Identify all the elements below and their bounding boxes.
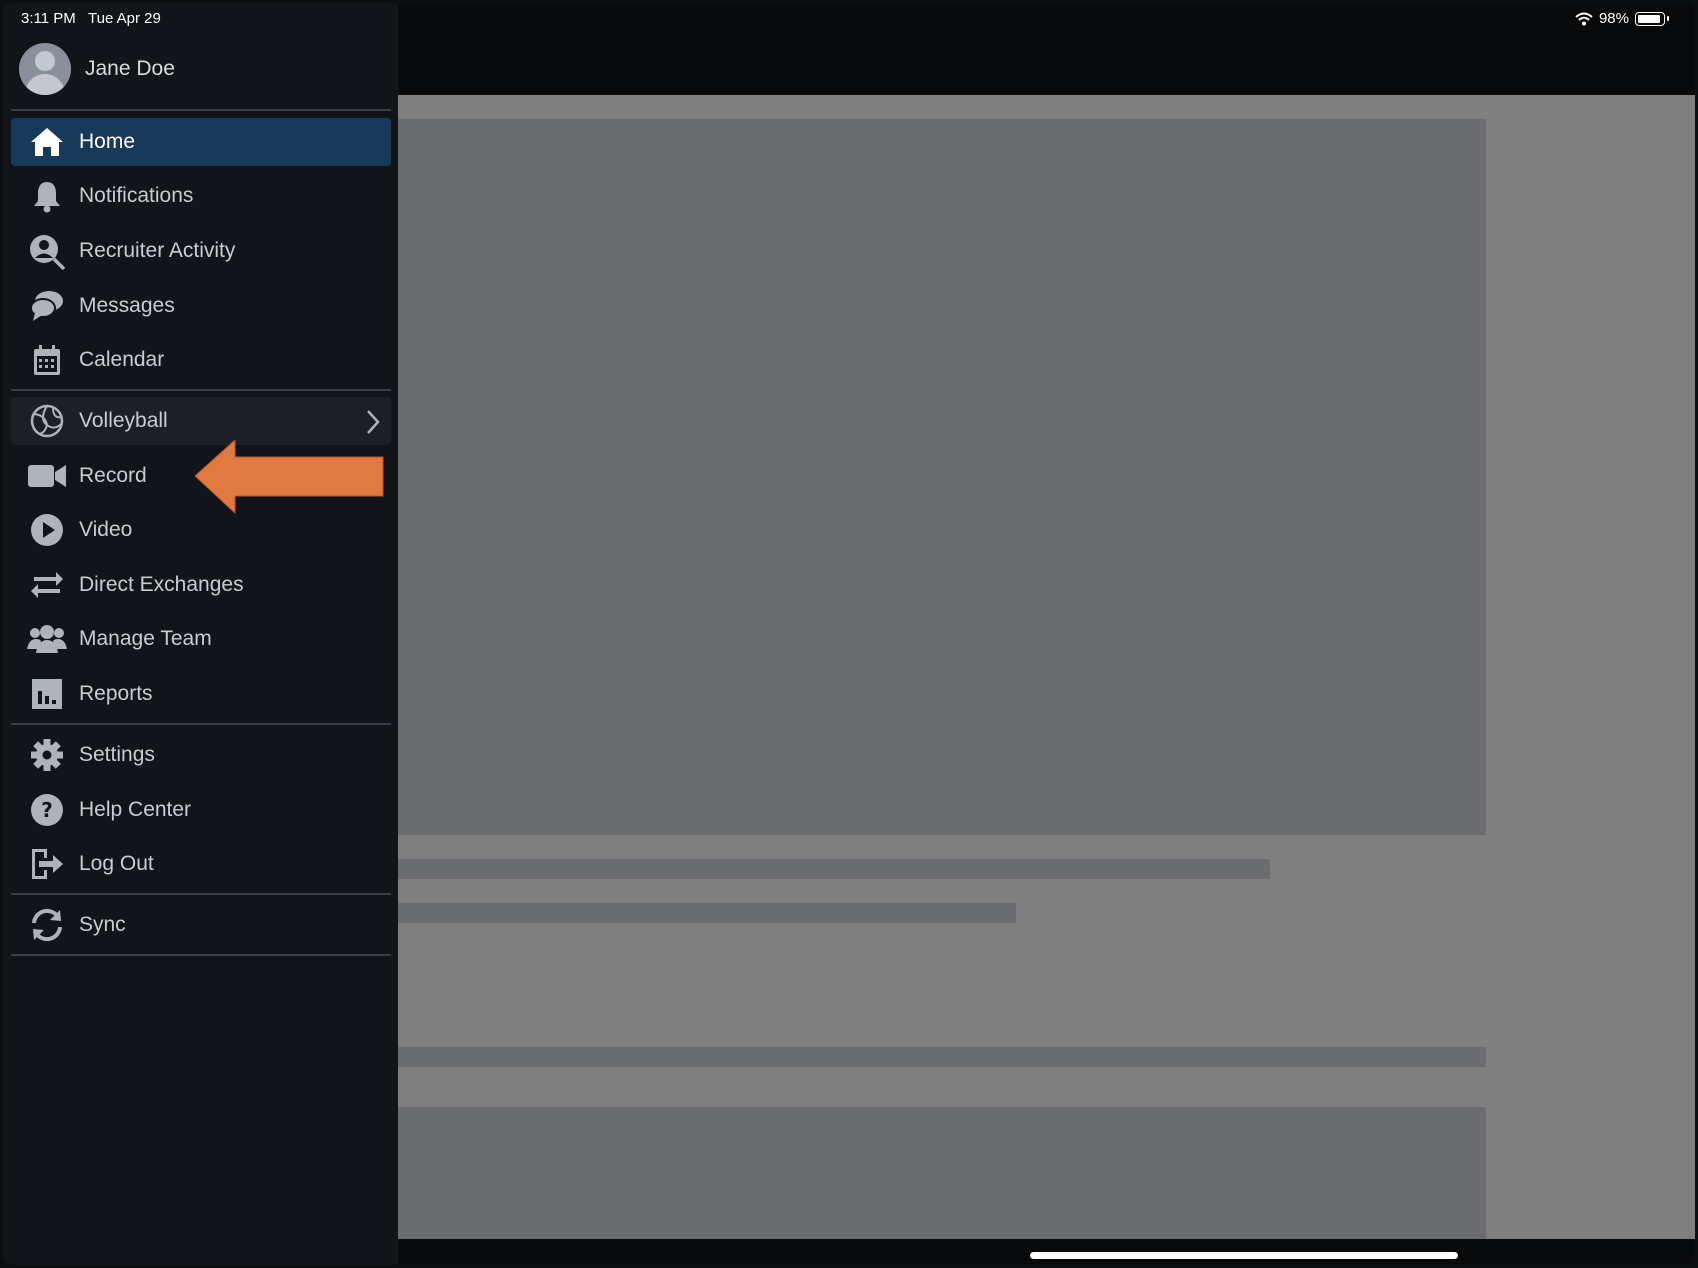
user-profile[interactable]: Jane Doe	[19, 43, 175, 95]
sidebar-item-label: Recruiter Activity	[79, 239, 236, 262]
home-icon	[25, 123, 69, 161]
placeholder-card	[398, 1107, 1486, 1257]
sidebar-item-messages[interactable]: Messages	[11, 282, 391, 330]
battery-percent: 98%	[1598, 10, 1629, 27]
sidebar-item-label: Reports	[79, 682, 153, 705]
sidebar-item-label: Settings	[79, 743, 155, 766]
sidebar-item-home[interactable]: Home	[11, 118, 391, 166]
battery-icon	[1635, 11, 1669, 26]
exchange-arrows-icon	[25, 566, 69, 604]
status-bar: 3:11 PM Tue Apr 29 98%	[3, 3, 1695, 33]
placeholder-image	[398, 119, 1486, 835]
sync-icon	[25, 906, 69, 944]
svg-text:?: ?	[41, 798, 53, 822]
divider	[11, 893, 391, 895]
volleyball-icon	[25, 402, 69, 440]
sidebar-item-calendar[interactable]: Calendar	[11, 336, 391, 384]
sidebar-item-label: Calendar	[79, 348, 165, 371]
gear-icon	[25, 736, 69, 774]
sidebar-item-label: Sync	[79, 913, 126, 936]
chevron-right-icon	[365, 409, 381, 441]
sidebar-item-label: Volleyball	[79, 409, 168, 432]
user-avatar-icon	[19, 43, 71, 95]
placeholder-line	[398, 1047, 1486, 1067]
divider	[11, 954, 391, 956]
recruiter-search-icon	[25, 232, 69, 270]
placeholder-line	[398, 859, 1270, 879]
sidebar-item-log-out[interactable]: Log Out	[11, 840, 391, 888]
sidebar-item-label: Help Center	[79, 798, 192, 821]
sidebar-item-reports[interactable]: Reports	[11, 670, 391, 718]
sidebar-item-settings[interactable]: Settings	[11, 731, 391, 779]
sidebar-item-label: Record	[79, 464, 147, 487]
bottom-bar	[398, 1239, 1695, 1265]
annotation-arrow-icon	[195, 440, 384, 515]
sidebar-item-label: Manage Team	[79, 627, 212, 650]
sidebar-item-direct-exchanges[interactable]: Direct Exchanges	[11, 561, 391, 609]
sidebar-item-label: Home	[79, 130, 136, 153]
sidebar-item-label: Direct Exchanges	[79, 573, 244, 596]
status-date: Tue Apr 29	[88, 10, 161, 27]
bar-chart-icon	[25, 675, 69, 713]
team-icon	[25, 620, 69, 658]
sidebar-item-label: Log Out	[79, 852, 154, 875]
play-circle-icon	[25, 511, 69, 549]
logout-icon	[25, 845, 69, 883]
status-time: 3:11 PM	[21, 10, 76, 27]
sidebar-item-label: Notifications	[79, 184, 194, 207]
sidebar-item-notifications[interactable]: Notifications	[11, 172, 391, 220]
sidebar-item-manage-team[interactable]: Manage Team	[11, 615, 391, 663]
home-indicator[interactable]	[1030, 1252, 1458, 1259]
divider	[11, 723, 391, 725]
question-circle-icon: ?	[25, 791, 69, 829]
calendar-icon	[25, 341, 69, 379]
ipad-screen: 3:11 PM Tue Apr 29 98% Jane Doe Home Not…	[3, 3, 1695, 1265]
sidebar-item-sync[interactable]: Sync	[11, 901, 391, 949]
sidebar-item-label: Video	[79, 518, 133, 541]
video-camera-icon	[25, 457, 69, 495]
divider	[11, 109, 391, 111]
bell-icon	[25, 177, 69, 215]
chat-bubbles-icon	[25, 287, 69, 325]
sidebar-item-help-center[interactable]: ? Help Center	[11, 786, 391, 834]
user-name: Jane Doe	[85, 57, 175, 80]
sidebar-item-recruiter-activity[interactable]: Recruiter Activity	[11, 227, 391, 275]
wifi-icon	[1575, 12, 1593, 25]
divider	[11, 389, 391, 391]
placeholder-line	[398, 903, 1016, 923]
main-content	[398, 95, 1695, 1257]
sidebar-item-volleyball[interactable]: Volleyball	[11, 397, 391, 445]
sidebar-menu: Jane Doe Home Notifications Recruiter Ac…	[3, 3, 398, 1265]
sidebar-item-label: Messages	[79, 294, 175, 317]
